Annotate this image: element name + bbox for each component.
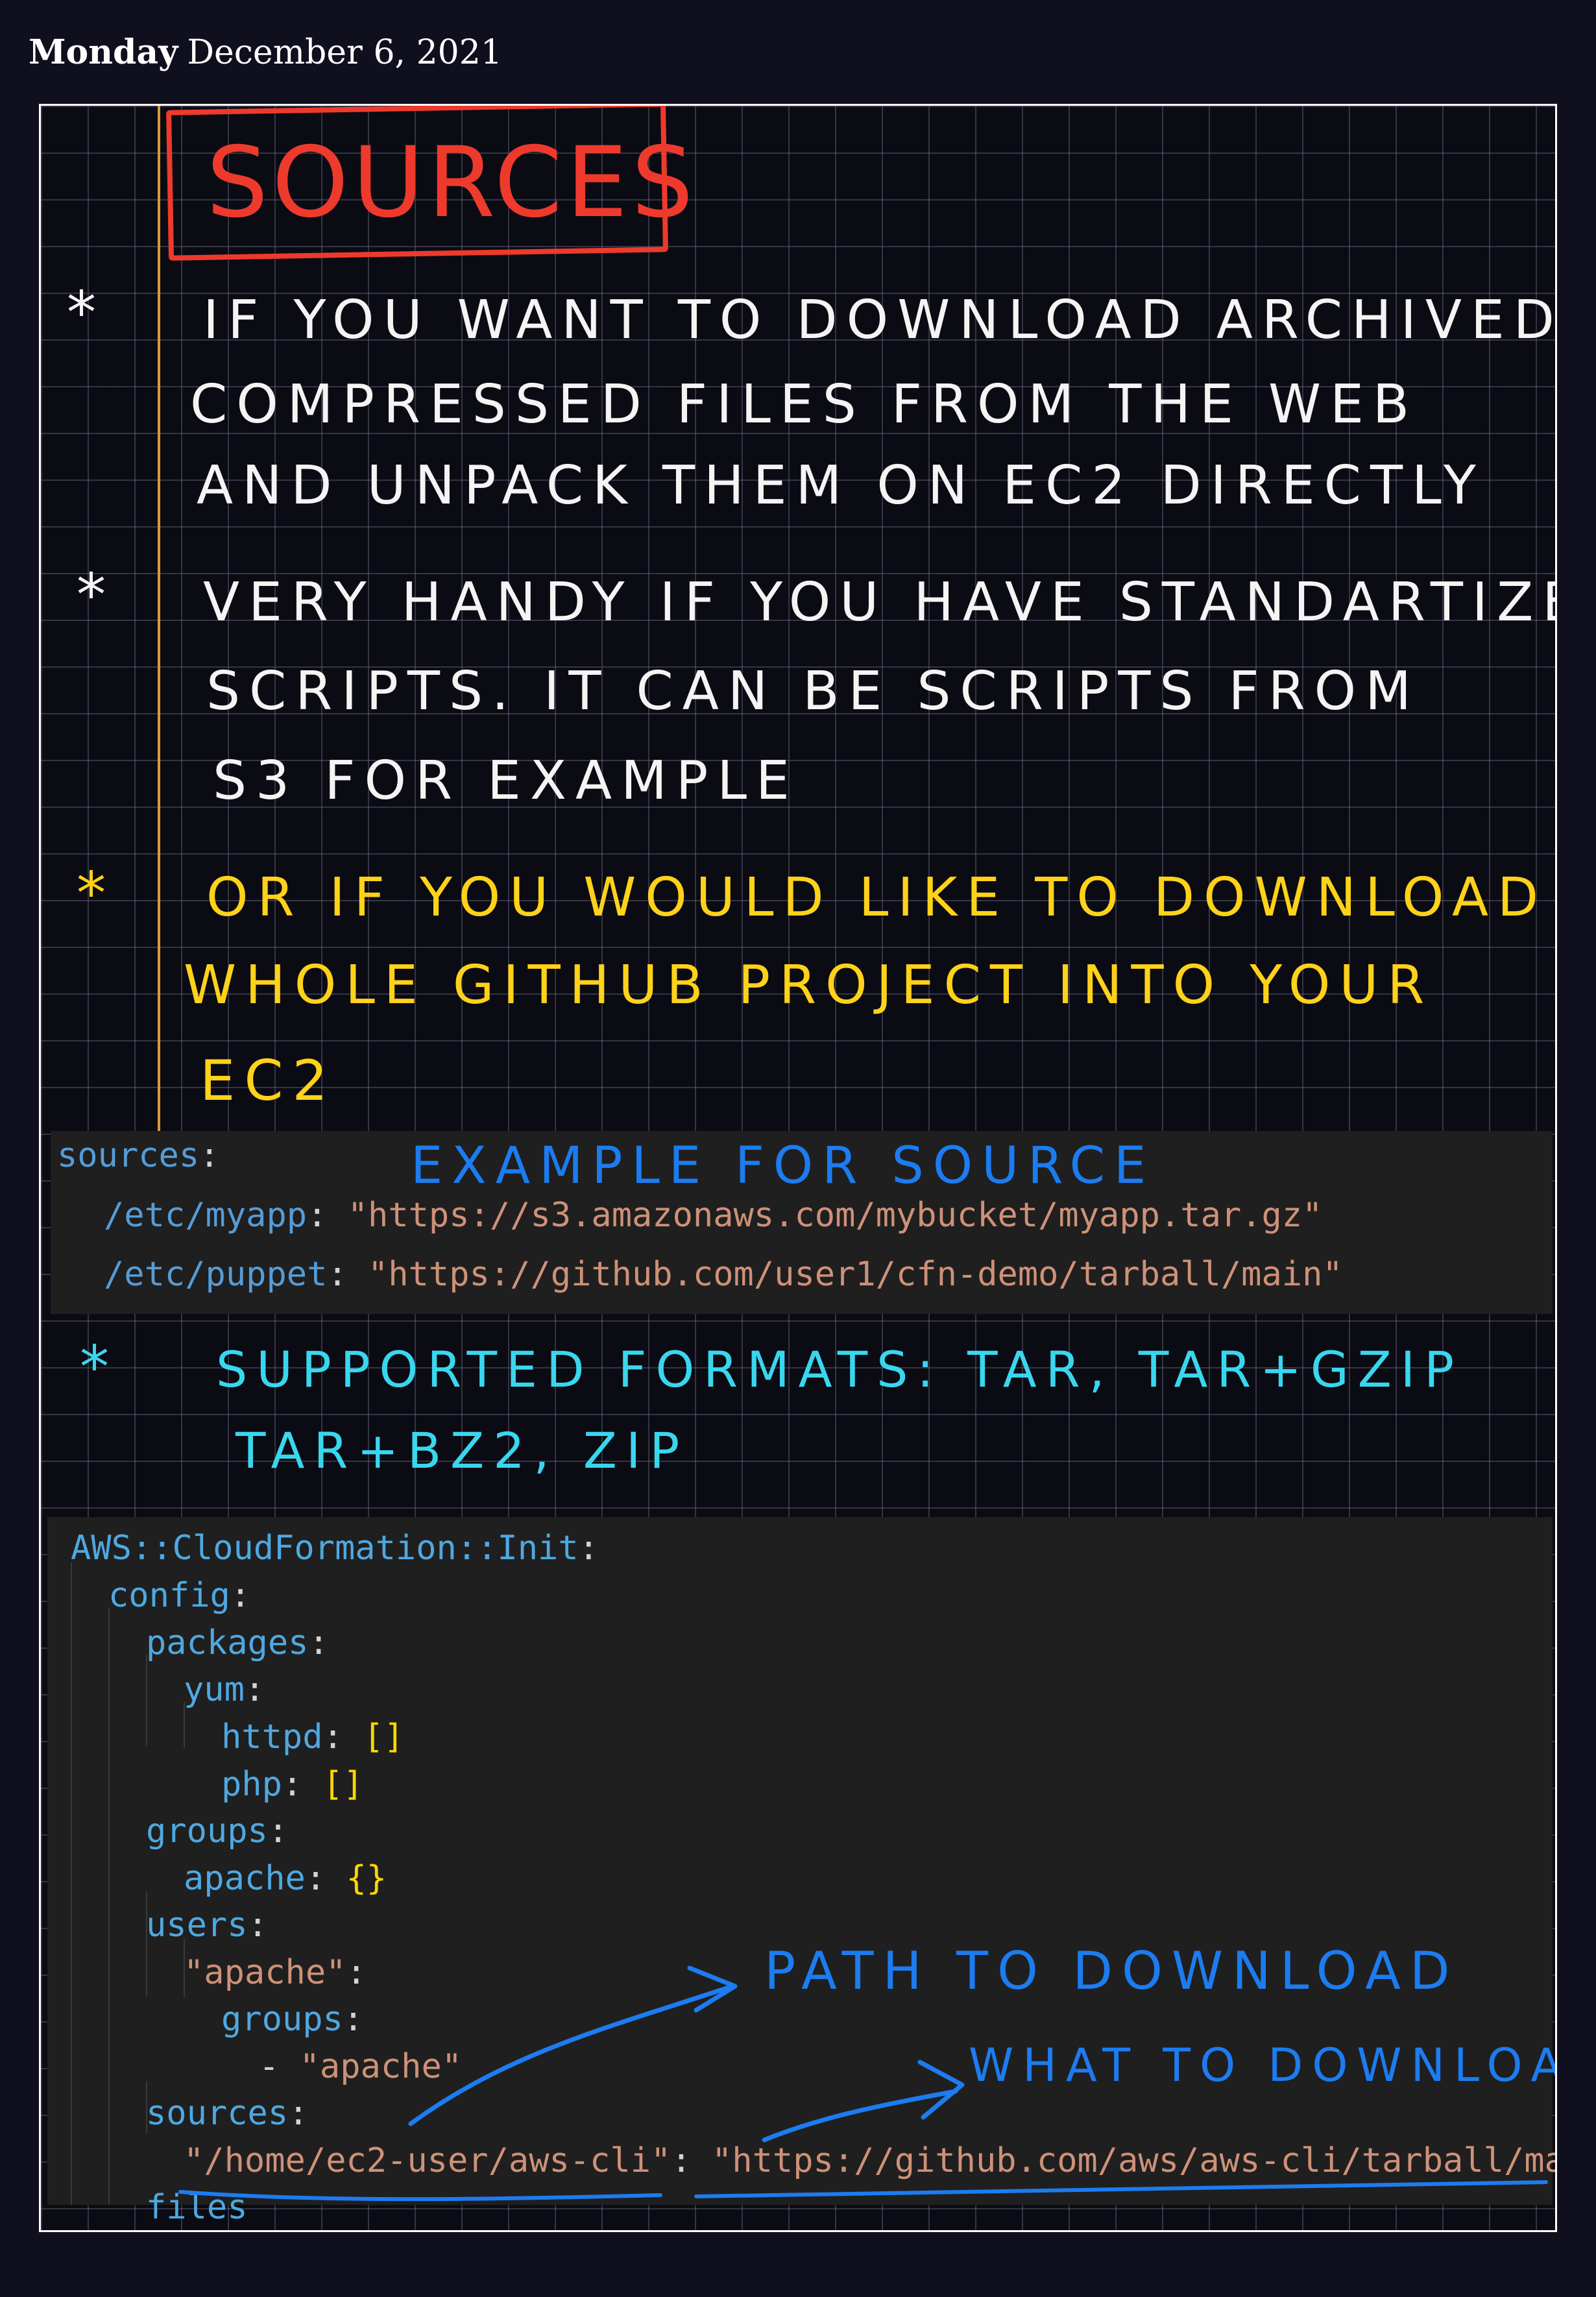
arrow-what-head <box>917 2060 965 2120</box>
note-page[interactable]: SOURCES * IF YOU WANT TO DOWNLOAD ARCHIV… <box>39 104 1557 2232</box>
ink-strokes <box>178 1965 1548 2202</box>
arrow-path-stroke <box>408 1985 731 2126</box>
date-header: Monday December 6, 2021 <box>29 32 502 78</box>
underline-url <box>694 2180 1548 2198</box>
date-day: Monday <box>29 32 178 72</box>
date-value: December 6, 2021 <box>187 33 502 72</box>
underline-path <box>178 2190 662 2202</box>
arrow-path-head <box>687 1965 738 2013</box>
